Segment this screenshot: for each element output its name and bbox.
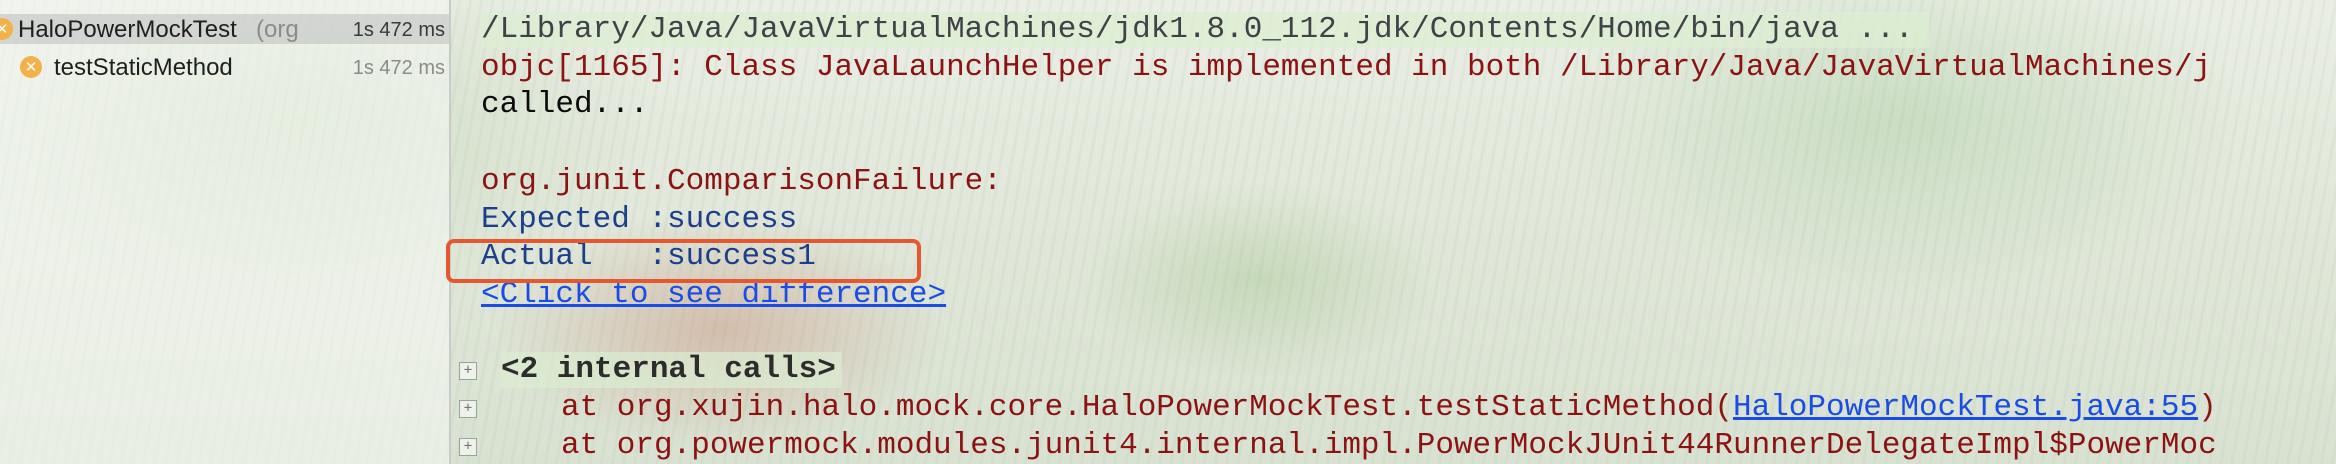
test-class-name: HaloPowerMockTest [18,16,237,43]
test-method-name: testStaticMethod [54,54,233,81]
console-failure-type: org.junit.ComparisonFailure: [481,164,1002,199]
console-stack-frame: at org.powermock.modules.junit4.internal… [561,428,2217,463]
warning-icon: ✕ [20,56,42,78]
stack-frame-close-paren: ) [2198,390,2217,425]
test-duration: 1s 472 ms [352,57,445,79]
console-expected: Expected :success [481,202,798,237]
stack-frame-source-link[interactable]: HaloPowerMockTest.java:55 [1733,390,2198,425]
test-results-tree: ✕ HaloPowerMockTest (org 1s 472 ms ✕ tes… [0,0,449,464]
warning-icon: ✕ [0,18,13,40]
console-output: /Library/Java/JavaVirtualMachines/jdk1.8… [451,0,2336,464]
console-objc-warning: objc[1165]: Class JavaLaunchHelper is im… [481,50,2212,85]
console-java-command: /Library/Java/JavaVirtualMachines/jdk1.8… [481,12,1930,48]
tree-item-halopowermocktest[interactable]: ✕ HaloPowerMockTest (org 1s 472 ms [0,14,449,44]
highlight-box [446,239,921,283]
console-called: called... [481,87,649,122]
console-internal-calls[interactable]: <2 internal calls> [501,352,842,388]
tree-item-teststaticmethod[interactable]: ✕ testStaticMethod 1s 472 ms [0,52,449,82]
fold-toggle-icon[interactable]: + [459,362,477,380]
test-class-package: (org [256,16,299,43]
fold-toggle-icon[interactable]: + [459,400,477,418]
stack-frame-text: at org.xujin.halo.mock.core.HaloPowerMoc… [561,390,1733,425]
console-stack-frame: at org.xujin.halo.mock.core.HaloPowerMoc… [561,390,2217,426]
test-duration: 1s 472 ms [352,19,445,41]
fold-toggle-icon[interactable]: + [459,438,477,456]
